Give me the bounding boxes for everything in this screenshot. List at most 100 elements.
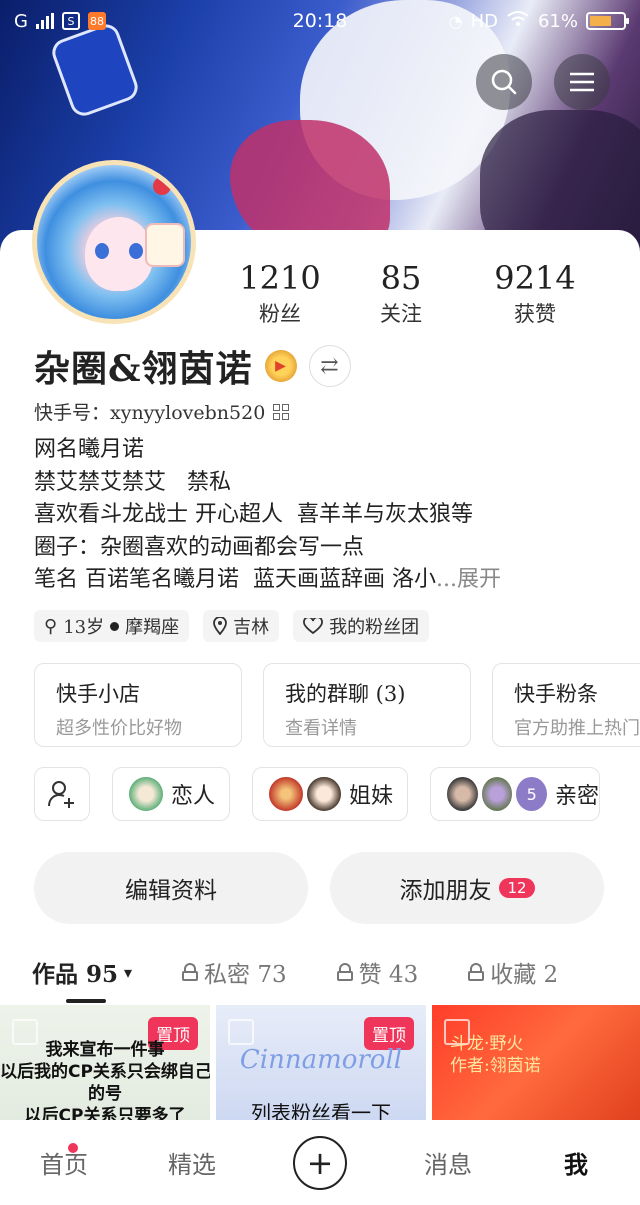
promote-card-subtitle: 官方助推上热门 <box>514 718 640 739</box>
active-tab-indicator <box>66 999 106 1003</box>
tag-age-zodiac[interactable]: ⚲ 13岁 摩羯座 <box>34 610 190 642</box>
group-chat-card-subtitle: 查看详情 <box>285 718 357 739</box>
bio: 网名曦月诺禁艾禁艾禁艾 禁私喜欢看斗龙战士 开心超人 喜羊羊与灰太狼等 圈子：杂圈… <box>34 434 501 597</box>
post-caption: 斗龙·野火 作者:翎茵诺 <box>450 1034 541 1076</box>
stat-following[interactable]: 85 关注 <box>334 260 468 328</box>
avatar-eye <box>129 243 143 259</box>
relation-sisters[interactable]: 姐妹 <box>252 767 409 821</box>
name-row: 杂圈&翎茵诺 ▶ ⇄ <box>34 340 351 392</box>
sister-avatar <box>267 775 306 813</box>
nav-messages-label: 消息 <box>424 1151 472 1179</box>
nav-featured[interactable]: 精选 <box>128 1145 256 1180</box>
fan-group-label: 我的粉丝团 <box>329 617 420 638</box>
post-thumbnail[interactable]: 斗龙·野火 作者:翎茵诺 <box>432 1005 640 1120</box>
post-thumbnail[interactable]: 置顶 我来宣布一件事 以后我的CP关系只会绑自己 的号 以后CP关系只要多了 <box>0 1005 210 1120</box>
tab-private[interactable]: 私密 73 <box>182 955 287 989</box>
bio-expand-link[interactable]: 展开 <box>457 567 501 592</box>
tab-private-label: 私密 73 <box>204 962 287 988</box>
post-caption: 我来宣布一件事 以后我的CP关系只会绑自己 的号 以后CP关系只要多了 <box>0 1040 210 1120</box>
avatar-eye <box>95 243 109 259</box>
kuaishou-id-row[interactable]: 快手号：xynyylovebn520 <box>34 398 290 425</box>
switch-account-button[interactable]: ⇄ <box>308 345 351 387</box>
group-chat-card-title: 我的群聊 (3) <box>285 682 406 706</box>
swap-icon: ⇄ <box>320 353 339 379</box>
bio-line: 笔名 百诺笔名曦月诺 蓝天画蓝辞画 洛小...展开 <box>34 564 501 597</box>
relation-close[interactable]: 5 亲密 <box>430 767 601 821</box>
following-label: 关注 <box>380 302 422 326</box>
post-caption: 列表粉丝看一下 <box>251 1101 391 1120</box>
group-chat-card[interactable]: 我的群聊 (3) 查看详情 <box>263 663 471 747</box>
tag-fan-group[interactable]: 我的粉丝团 <box>293 610 430 642</box>
avatar-cake <box>145 223 185 267</box>
nav-featured-label: 精选 <box>168 1151 216 1179</box>
separator-dot <box>110 621 120 631</box>
plus-icon: + <box>293 1135 347 1190</box>
promote-card[interactable]: 快手粉条 官方助推上热门 <box>492 663 640 747</box>
tab-favorites-label: 收藏 2 <box>490 962 559 988</box>
bio-line: 网名曦月诺 <box>34 437 145 462</box>
search-button[interactable] <box>476 54 532 110</box>
shop-card[interactable]: 快手小店 超多性价比好物 <box>34 663 242 747</box>
nav-home[interactable]: 首页 <box>0 1143 128 1180</box>
edit-profile-label: 编辑资料 <box>125 878 217 904</box>
app-notification-icon: 88 <box>87 12 106 30</box>
edit-profile-button[interactable]: 编辑资料 <box>34 852 308 924</box>
bio-ellipsis: ... <box>435 567 457 592</box>
signal-icon <box>35 13 54 29</box>
promote-card-title: 快手粉条 <box>514 682 598 706</box>
nav-me[interactable]: 我 <box>512 1145 640 1180</box>
feature-cards: 快手小店 超多性价比好物 我的群聊 (3) 查看详情 快手粉条 官方助推上热门 <box>34 663 640 747</box>
close-label: 亲密 <box>555 784 600 809</box>
close-avatar <box>445 775 480 813</box>
qrcode-icon[interactable] <box>273 403 290 420</box>
menu-icon <box>570 72 594 92</box>
bio-line: 禁艾禁艾禁艾 禁私 <box>34 469 231 495</box>
kuaishou-id: 快手号：xynyylovebn520 <box>34 402 266 424</box>
menu-button[interactable] <box>554 54 610 110</box>
sister-avatar <box>305 775 344 813</box>
bio-last-line: 笔名 百诺笔名曦月诺 蓝天画蓝辞画 洛小 <box>34 567 436 592</box>
wifi-icon <box>506 10 530 33</box>
verified-badge-icon[interactable]: ▶ <box>264 350 297 382</box>
caret-down-icon: ▾ <box>124 962 133 982</box>
hd-label: HD <box>470 10 498 32</box>
shop-card-subtitle: 超多性价比好物 <box>56 718 182 739</box>
likes-count: 9214 <box>494 259 576 297</box>
lock-icon <box>468 963 485 981</box>
lover-avatar <box>127 775 165 813</box>
post-thumbnail[interactable]: 置顶 Cinnamoroll 列表粉丝看一下 <box>216 1005 426 1120</box>
notification-dot <box>68 1143 78 1153</box>
close-more-count: 5 <box>514 775 549 813</box>
avatar[interactable] <box>32 160 196 324</box>
tab-works[interactable]: 作品 95 ▾ <box>32 955 132 989</box>
posts-grid: 置顶 我来宣布一件事 以后我的CP关系只会绑自己 的号 以后CP关系只要多了 置… <box>0 1005 640 1120</box>
tag-location[interactable]: 吉林 <box>203 610 280 642</box>
profile-card: 1210 粉丝 85 关注 9214 获赞 杂圈&翎茵诺 ▶ ⇄ 快手号：xyn… <box>0 230 640 1205</box>
image-icon <box>228 1019 254 1045</box>
action-buttons: 编辑资料 添加朋友 12 <box>34 852 604 924</box>
add-relation-button[interactable] <box>34 767 90 821</box>
avatar-strawberry <box>153 177 171 195</box>
battery-icon <box>586 12 629 30</box>
nav-messages[interactable]: 消息 <box>384 1145 512 1180</box>
bio-line: 圈子：杂圈喜欢的动画都会写一点 <box>34 534 365 560</box>
heart-icon <box>303 618 323 634</box>
nav-create[interactable]: + <box>256 1135 384 1190</box>
bottom-nav: 首页 精选 + 消息 我 <box>0 1120 640 1205</box>
relation-lover[interactable]: 恋人 <box>112 767 231 821</box>
stat-followers[interactable]: 1210 粉丝 <box>226 260 334 328</box>
gender-icon: ⚲ <box>44 615 58 637</box>
profile-name: 杂圈&翎茵诺 <box>34 348 253 390</box>
tab-liked[interactable]: 赞 43 <box>336 955 418 989</box>
content-tabs: 作品 95 ▾ 私密 73 赞 43 收藏 2 <box>0 940 640 1004</box>
add-friend-button[interactable]: 添加朋友 12 <box>330 852 604 924</box>
stat-likes[interactable]: 9214 获赞 <box>468 260 602 328</box>
bio-line: 喜欢看斗龙战士 开心超人 喜羊羊与灰太狼等 <box>34 502 473 527</box>
tab-favorites[interactable]: 收藏 2 <box>468 955 558 989</box>
location-label: 吉林 <box>233 617 270 638</box>
add-friend-count-badge: 12 <box>499 878 535 898</box>
notification-icon: S <box>61 12 80 30</box>
post-logo-text: Cinnamoroll <box>239 1045 403 1075</box>
lock-icon <box>336 963 353 981</box>
status-bar: G S 88 20:18 ◔ HD 61% <box>0 0 640 42</box>
